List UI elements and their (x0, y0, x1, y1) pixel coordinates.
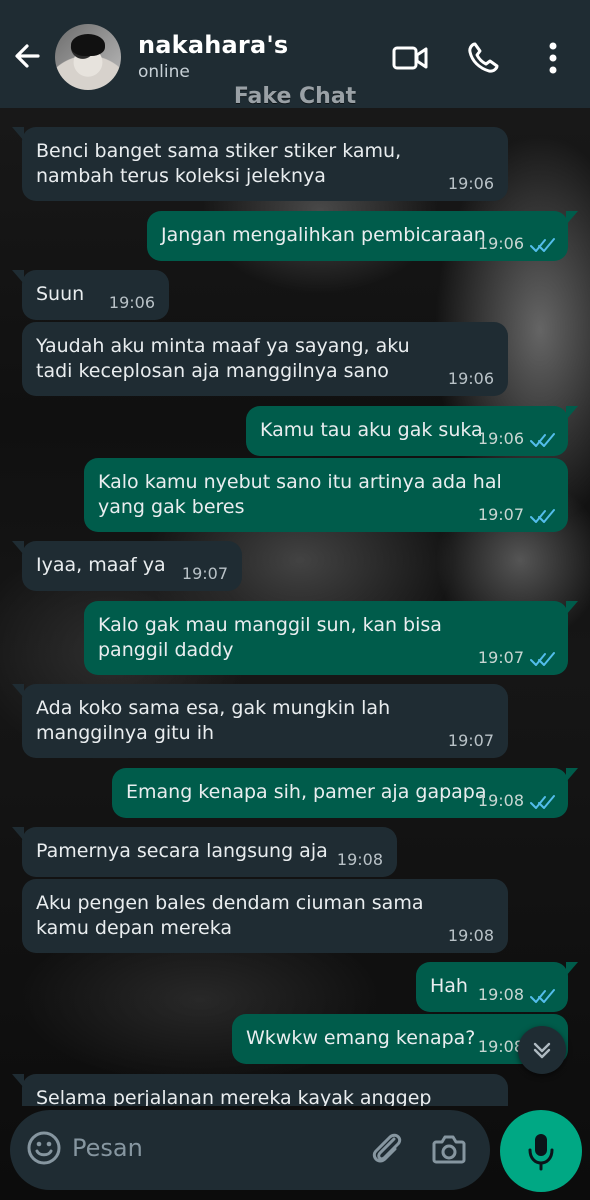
contact-name[interactable]: nakahara's (138, 31, 288, 59)
outgoing-message[interactable]: Wkwkw emang kenapa? 19:08 (232, 1014, 568, 1064)
voice-call-icon[interactable] (463, 38, 503, 78)
camera-icon[interactable] (430, 1130, 468, 1168)
voice-message-button[interactable] (500, 1110, 582, 1192)
incoming-message[interactable]: Aku pengen bales dendam ciuman sama kamu… (22, 879, 508, 953)
message-text: Suun (36, 283, 85, 305)
incoming-message-partial[interactable]: Selama perjalanan mereka kayak anggep ak… (12, 1074, 508, 1106)
fake-chat-watermark: Fake Chat (233, 84, 357, 109)
outgoing-message[interactable]: Hah 19:08 (416, 962, 578, 1012)
message-time: 19:07 (477, 505, 524, 524)
message-text: Benci banget sama stiker stiker kamu, na… (36, 140, 402, 187)
message-text: Emang kenapa sih, pamer aja gapapa (126, 781, 487, 803)
read-ticks-icon (530, 509, 555, 523)
message-time: 19:07 (477, 648, 524, 667)
message-time: 19:06 (447, 369, 494, 388)
message-time: 19:08 (447, 926, 494, 945)
scroll-to-bottom-button[interactable] (518, 1026, 566, 1074)
incoming-message[interactable]: Pamernya secara langsung aja 19:08 (12, 827, 397, 877)
message-text: Kalo kamu nyebut sano itu artinya ada ha… (98, 471, 502, 518)
message-text: Wkwkw emang kenapa? (246, 1027, 476, 1049)
read-ticks-icon (530, 795, 555, 809)
read-ticks-icon (530, 652, 555, 666)
back-arrow-icon[interactable] (10, 34, 50, 78)
message-text: Selama perjalanan mereka kayak anggep ak… (36, 1087, 432, 1106)
emoji-icon[interactable] (26, 1130, 62, 1166)
mic-icon (528, 1134, 554, 1171)
chat-scroll-clip: Selama perjalanan mereka kayak anggep ak… (0, 1060, 590, 1106)
incoming-message[interactable]: Iyaa, maaf ya 19:07 (12, 541, 242, 591)
message-time: 19:06 (477, 429, 524, 448)
message-text: Aku pengen bales dendam ciuman sama kamu… (36, 892, 424, 939)
message-time: 19:06 (108, 293, 155, 312)
message-text: Hah (430, 975, 468, 997)
more-vertical-icon[interactable] (535, 38, 571, 78)
message-text: Kamu tau aku gak suka (260, 419, 483, 441)
message-time: 19:08 (336, 850, 383, 869)
message-text: Yaudah aku minta maaf ya sayang, aku tad… (36, 335, 410, 382)
message-text: Jangan mengalihkan pembicaraan (161, 224, 486, 246)
video-call-icon[interactable] (390, 38, 430, 78)
message-time: 19:08 (477, 1037, 524, 1056)
read-ticks-icon (530, 238, 555, 252)
message-text: Pamernya secara langsung aja (36, 840, 328, 862)
incoming-message[interactable]: Yaudah aku minta maaf ya sayang, aku tad… (22, 322, 508, 396)
outgoing-message[interactable]: Kalo kamu nyebut sano itu artinya ada ha… (84, 458, 568, 532)
incoming-message[interactable]: Benci banget sama stiker stiker kamu, na… (12, 127, 508, 201)
double-chevron-down-icon (533, 1042, 551, 1059)
read-ticks-icon (530, 433, 555, 447)
outgoing-message[interactable]: Kalo gak mau manggil sun, kan bisa pangg… (84, 601, 578, 675)
attach-icon[interactable] (368, 1130, 404, 1168)
incoming-message[interactable]: Suun 19:06 (12, 270, 169, 320)
message-time: 19:06 (477, 234, 524, 253)
message-text: Iyaa, maaf ya (36, 554, 166, 576)
contact-status: online (138, 62, 190, 82)
message-time: 19:07 (447, 731, 494, 750)
contact-avatar[interactable] (55, 24, 121, 90)
outgoing-message[interactable]: Jangan mengalihkan pembicaraan 19:06 (147, 211, 578, 261)
message-time: 19:06 (447, 174, 494, 193)
outgoing-message[interactable]: Emang kenapa sih, pamer aja gapapa 19:08 (112, 768, 578, 818)
outgoing-message[interactable]: Kamu tau aku gak suka 19:06 (246, 406, 578, 456)
incoming-message[interactable]: Ada koko sama esa, gak mungkin lah mangg… (12, 684, 508, 758)
message-time: 19:07 (181, 564, 228, 583)
message-input[interactable]: Pesan (72, 1134, 143, 1162)
message-text: Kalo gak mau manggil sun, kan bisa pangg… (98, 614, 442, 661)
message-time: 19:08 (477, 985, 524, 1004)
read-ticks-icon (530, 989, 555, 1003)
message-time: 19:08 (477, 791, 524, 810)
message-text: Ada koko sama esa, gak mungkin lah mangg… (36, 697, 391, 744)
